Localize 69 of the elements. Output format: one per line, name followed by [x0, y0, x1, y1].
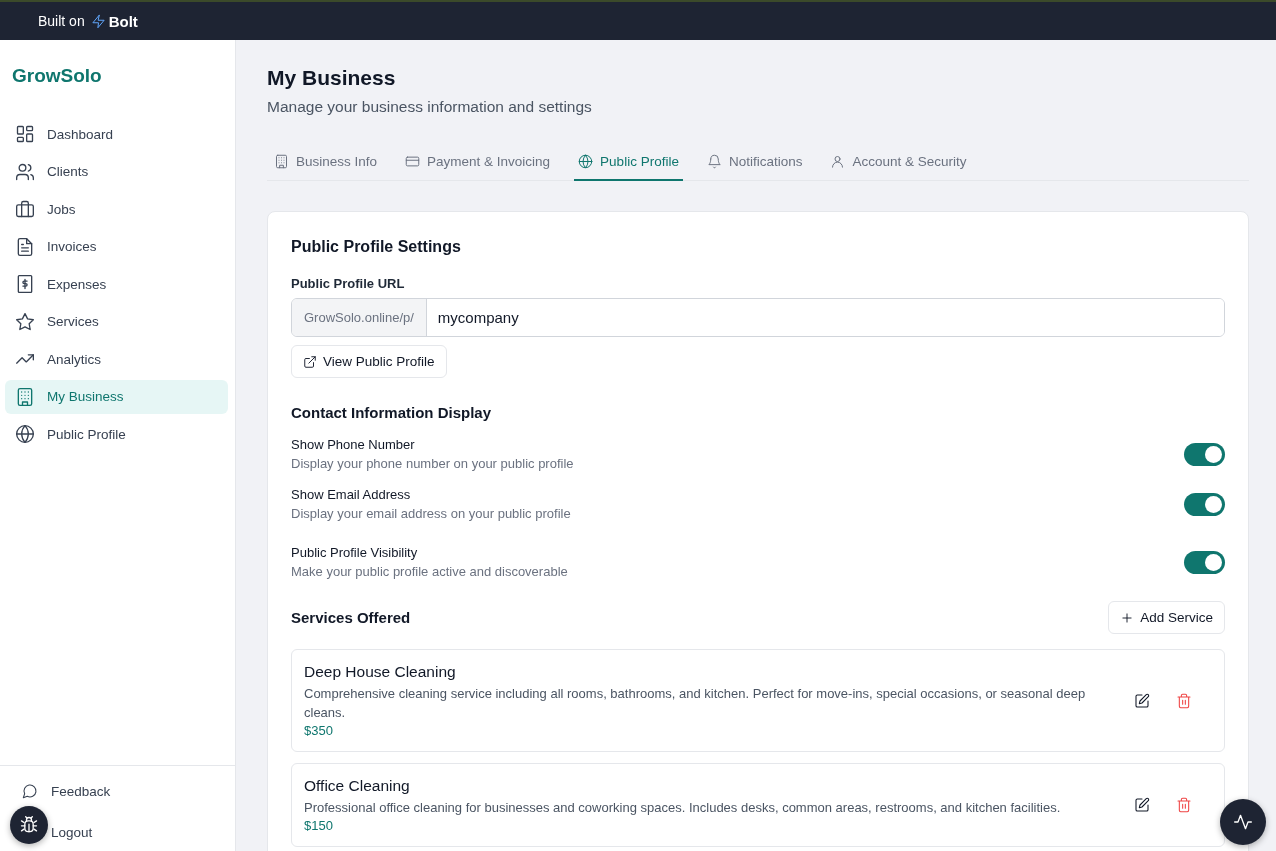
app-logo[interactable]: GrowSolo [0, 40, 235, 117]
building-icon [274, 154, 289, 169]
sidebar-item[interactable]: Jobs [5, 192, 228, 226]
bug-report-button[interactable] [10, 806, 48, 844]
url-prefix: GrowSolo.online/p/ [292, 299, 427, 336]
page-title: My Business [267, 66, 397, 90]
tab[interactable]: Notifications [702, 146, 807, 181]
toggle-switch[interactable] [1184, 550, 1225, 574]
add-service-button[interactable]: Add Service [1108, 601, 1225, 634]
setting-description: Display your email address on your public profile [291, 506, 571, 521]
user-icon [830, 154, 846, 169]
briefcase-icon [15, 199, 35, 219]
service-name: Deep House Cleaning [304, 663, 457, 681]
edit-icon [1134, 797, 1150, 813]
tab[interactable]: Account & Security [826, 146, 971, 181]
tab[interactable]: Payment & Invoicing [401, 146, 555, 181]
credit-card-icon [405, 154, 421, 169]
setting-title: Public Profile Visibility [291, 545, 419, 560]
tab[interactable]: Business Info [270, 146, 382, 181]
sidebar-item[interactable]: Public Profile [5, 417, 228, 451]
service-name: Office Cleaning [304, 777, 411, 795]
setting-description: Display your phone number on your public profile [291, 456, 574, 471]
sidebar-item[interactable]: Clients [5, 154, 228, 189]
sidebar-item[interactable]: Dashboard [5, 117, 228, 151]
service-description: Comprehensive cleaning service including all rooms, bathrooms, and kitchen. Perfect for move-ins, special occasions, or seasonal deep cleans. [304, 685, 1087, 722]
toggle-switch[interactable] [1184, 492, 1225, 516]
sidebar-item[interactable]: Expenses [5, 267, 228, 301]
service-description: Professional office cleaning for businesses and coworking spaces. Includes desks, common areas, restrooms, and kitchen facilities. [304, 799, 1062, 817]
building-icon [15, 386, 35, 407]
pulse-icon [1233, 812, 1253, 832]
setting-description: Make your public profile active and discoverable [291, 564, 568, 579]
edit-icon [1134, 692, 1150, 709]
section-title: Public Profile Settings [291, 238, 462, 256]
star-icon [15, 311, 35, 332]
tab[interactable]: Public Profile [574, 146, 683, 181]
trash-icon [1176, 797, 1192, 813]
view-profile-button[interactable]: View Public Profile [291, 345, 447, 378]
section-heading: Contact Information Display [291, 404, 493, 421]
setting-title: Show Email Address [291, 487, 412, 502]
globe-icon [15, 424, 35, 444]
url-field[interactable]: GrowSolo.online/p/ mycompany [291, 298, 1225, 337]
trash-icon [1176, 692, 1192, 709]
field-label: Public Profile URL [291, 276, 406, 291]
activity-button[interactable] [1220, 799, 1266, 845]
receipt-icon [15, 274, 35, 294]
sidebar-item[interactable]: Invoices [5, 229, 228, 264]
bell-icon [706, 154, 722, 169]
feedback-link[interactable]: Feedback [50, 783, 111, 799]
plus-icon [1120, 610, 1135, 625]
users-icon [15, 161, 35, 182]
page-subtitle: Manage your business information and settings [267, 98, 593, 116]
built-on-label: Built on [38, 13, 85, 29]
external-link-icon [303, 354, 317, 369]
logout-link[interactable]: Logout [50, 824, 93, 840]
service-price: $350 [304, 723, 334, 738]
service-price: $150 [304, 818, 334, 833]
sidebar-item[interactable]: Services [5, 304, 228, 339]
chat-icon [22, 783, 38, 799]
sidebar-item[interactable]: My Business [5, 379, 228, 414]
toggle-switch[interactable] [1184, 442, 1225, 466]
lightning-icon [90, 13, 106, 29]
setting-title: Show Phone Number [291, 437, 416, 452]
bolt-brand[interactable]: Bolt [108, 12, 138, 30]
sidebar-item[interactable]: Analytics [5, 342, 228, 376]
bug-icon [19, 815, 39, 835]
grid-icon [15, 124, 35, 144]
globe-icon [578, 154, 594, 169]
section-heading: Services Offered [291, 609, 411, 626]
document-icon [15, 236, 35, 257]
